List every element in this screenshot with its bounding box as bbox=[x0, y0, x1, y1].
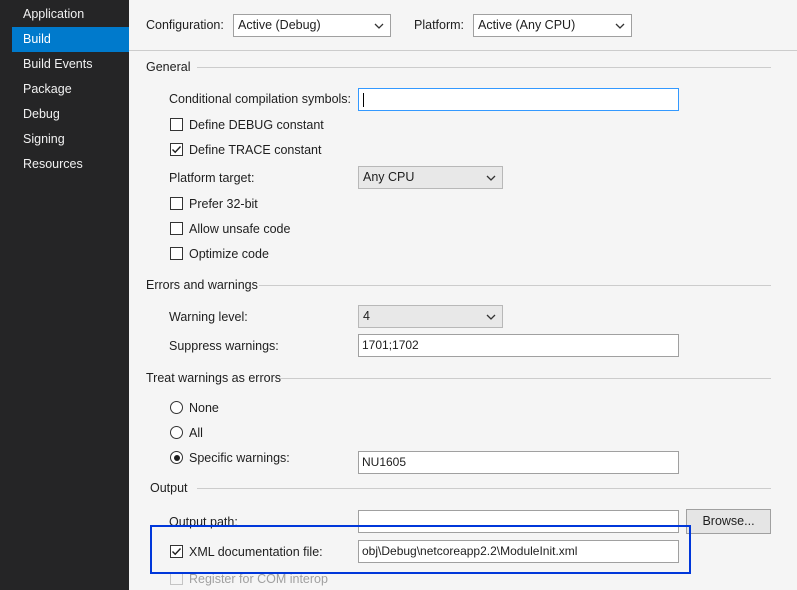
sidebar-item-signing[interactable]: Signing bbox=[12, 127, 129, 152]
radio-none-label: None bbox=[189, 401, 219, 415]
chevron-down-icon bbox=[486, 314, 496, 320]
sidebar-nav: Application Build Build Events Package D… bbox=[0, 0, 129, 590]
annotation-highlight-box bbox=[150, 525, 691, 574]
section-title-errors: Errors and warnings bbox=[146, 278, 258, 292]
checkmark-icon bbox=[172, 146, 182, 154]
settings-content: General Conditional compilation symbols:… bbox=[129, 52, 797, 590]
radio-specific[interactable] bbox=[170, 451, 183, 464]
divider bbox=[197, 67, 771, 68]
suppress-warnings-label: Suppress warnings: bbox=[169, 339, 279, 353]
section-title-treat-warnings: Treat warnings as errors bbox=[146, 371, 281, 385]
configuration-select[interactable]: Active (Debug) bbox=[233, 14, 391, 37]
platform-target-select[interactable]: Any CPU bbox=[358, 166, 503, 189]
configuration-bar: Configuration: Active (Debug) Platform: … bbox=[129, 0, 797, 51]
warning-level-label: Warning level: bbox=[169, 310, 248, 324]
sidebar-item-package[interactable]: Package bbox=[12, 77, 129, 102]
chevron-down-icon bbox=[486, 175, 496, 181]
divider bbox=[197, 488, 771, 489]
sidebar-item-build[interactable]: Build bbox=[12, 27, 129, 52]
define-debug-checkbox[interactable] bbox=[170, 118, 183, 131]
text-caret bbox=[363, 92, 364, 107]
radio-selected-dot bbox=[173, 454, 180, 461]
build-properties-page: Configuration: Active (Debug) Platform: … bbox=[129, 0, 797, 590]
radio-none[interactable] bbox=[170, 401, 183, 414]
chevron-down-icon bbox=[374, 23, 384, 29]
platform-select[interactable]: Active (Any CPU) bbox=[473, 14, 632, 37]
warning-level-value: 4 bbox=[363, 309, 370, 323]
conditional-symbols-input[interactable] bbox=[358, 88, 679, 111]
conditional-symbols-label: Conditional compilation symbols: bbox=[169, 92, 352, 106]
platform-value: Active (Any CPU) bbox=[478, 18, 576, 32]
radio-all[interactable] bbox=[170, 426, 183, 439]
sidebar-item-build-events[interactable]: Build Events bbox=[12, 52, 129, 77]
configuration-value: Active (Debug) bbox=[238, 18, 321, 32]
platform-target-label: Platform target: bbox=[169, 171, 255, 185]
allow-unsafe-checkbox[interactable] bbox=[170, 222, 183, 235]
allow-unsafe-label: Allow unsafe code bbox=[189, 222, 291, 236]
browse-button[interactable]: Browse... bbox=[686, 509, 771, 534]
define-trace-label: Define TRACE constant bbox=[189, 143, 322, 157]
platform-label: Platform: bbox=[414, 18, 465, 32]
sidebar-item-application[interactable]: Application bbox=[12, 2, 129, 27]
divider bbox=[259, 285, 771, 286]
radio-specific-label: Specific warnings: bbox=[189, 451, 290, 465]
divider bbox=[280, 378, 771, 379]
suppress-warnings-input[interactable]: 1701;1702 bbox=[358, 334, 679, 357]
chevron-down-icon bbox=[615, 23, 625, 29]
radio-all-label: All bbox=[189, 426, 203, 440]
com-interop-label: Register for COM interop bbox=[189, 572, 328, 586]
define-trace-checkbox[interactable] bbox=[170, 143, 183, 156]
warning-level-select[interactable]: 4 bbox=[358, 305, 503, 328]
optimize-code-label: Optimize code bbox=[189, 247, 269, 261]
optimize-code-checkbox[interactable] bbox=[170, 247, 183, 260]
prefer-32bit-label: Prefer 32-bit bbox=[189, 197, 258, 211]
prefer-32bit-checkbox[interactable] bbox=[170, 197, 183, 210]
sidebar-item-debug[interactable]: Debug bbox=[12, 102, 129, 127]
section-title-general: General bbox=[146, 60, 191, 74]
configuration-label: Configuration: bbox=[146, 18, 224, 32]
specific-warnings-input[interactable]: NU1605 bbox=[358, 451, 679, 474]
section-title-output: Output bbox=[150, 481, 188, 495]
sidebar-item-resources[interactable]: Resources bbox=[12, 152, 129, 177]
platform-target-value: Any CPU bbox=[363, 170, 415, 184]
define-debug-label: Define DEBUG constant bbox=[189, 118, 324, 132]
